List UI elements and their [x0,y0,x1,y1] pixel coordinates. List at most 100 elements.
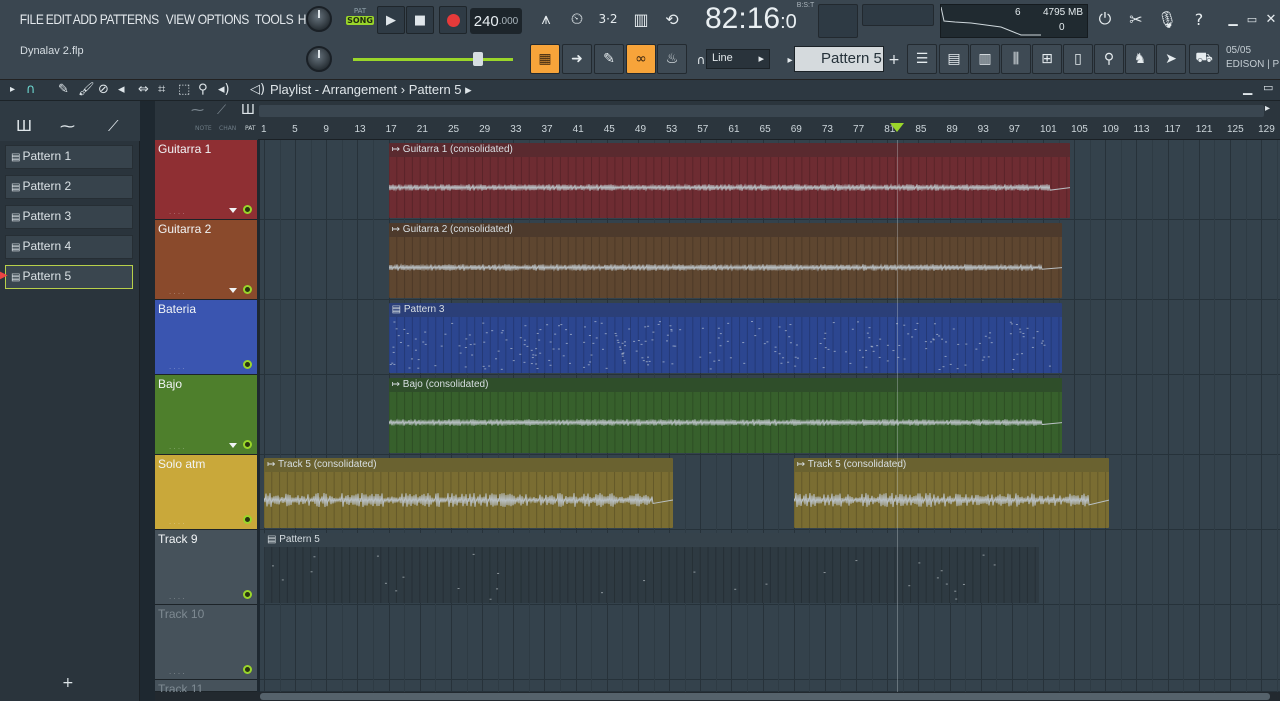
audio-clip[interactable]: ↦ Track 5 (consolidated) [793,458,1110,528]
track-mute-led[interactable] [243,285,252,294]
pattern-item[interactable]: ▤ Pattern 1 [5,145,133,169]
plugin-preview[interactable]: 05/05 EDISON | P [1226,44,1279,72]
track-mute-led[interactable] [243,440,252,449]
top-scrollbar[interactable] [259,105,1264,117]
slice-tool-icon[interactable]: ⌗ [158,82,165,97]
pattern-item[interactable]: ▤ Pattern 4 [5,235,133,259]
plugin-picker-icon[interactable]: ⚲ [1094,44,1124,74]
track-mute-led[interactable] [243,665,252,674]
menu-view[interactable]: VIEW [164,11,196,27]
track-header[interactable]: Bateria . . . . [155,300,257,375]
pattern-item[interactable]: ▤ Pattern 3 [5,205,133,229]
plus-icon[interactable]: + [880,46,908,74]
project-info-icon[interactable]: ♞ [1125,44,1155,74]
link-icon[interactable]: ∞ [626,44,656,74]
wait-input-icon[interactable]: ⏲ [563,5,591,33]
menu-edit[interactable]: EDIT [44,11,73,27]
scrollbar-thumb[interactable] [260,693,1270,700]
play-button[interactable]: ▶ [377,6,405,34]
mute-tool-icon[interactable]: ◂ [118,82,125,97]
channel-rack-icon[interactable]: ▥ [970,44,1000,74]
menu-file[interactable]: FILE [18,11,45,27]
track-header[interactable]: Track 10 . . . . [155,605,257,680]
zoom-tool-icon[interactable]: ⚲ [198,82,208,97]
mixer-icon[interactable]: ⫼ [1001,44,1031,74]
track-mute-led[interactable] [243,360,252,369]
grid-line [1245,140,1247,692]
stop-button[interactable]: ■ [406,6,434,34]
plugin-database-icon[interactable]: ▯ [1063,44,1093,74]
menu-add[interactable]: ADD [71,11,99,27]
menu-tools[interactable]: TOOLS [253,11,295,27]
arrow-right-icon[interactable]: ➜ [562,44,592,74]
track-mute-led[interactable] [243,515,252,524]
pattern-select[interactable]: Pattern 5 [794,46,884,72]
delete-tool-icon[interactable]: ⊘ [98,82,109,97]
browser-icon[interactable]: ⊞ [1032,44,1062,74]
track-header[interactable]: Solo atm . . . . [155,455,257,530]
playlist-menu-arrow-icon[interactable]: ▸ [10,84,15,95]
track-mute-led[interactable] [243,590,252,599]
countdown-icon[interactable]: 3·2 [594,5,622,33]
plus-icon[interactable]: + [62,675,74,691]
track-header[interactable]: Track 9 . . . . [155,530,257,605]
playlist-grid[interactable]: ↦ Guitarra 1 (consolidated) ↦ Guitarra 2 … [260,140,1280,692]
metronome-icon[interactable]: ⩚ [532,5,560,33]
minimize-icon[interactable]: ▁ [1243,81,1252,95]
pattern-clip[interactable]: ▤ Pattern 5 [264,533,1040,603]
microphone-icon[interactable]: 🎙 [1153,5,1181,33]
menu-patterns[interactable]: PATTERNS [98,11,160,27]
pat-song-toggle[interactable]: PAT SONG [346,7,374,35]
audio-clip[interactable]: ↦ Guitarra 2 (consolidated) [388,223,1063,298]
track-header[interactable]: Guitarra 2 . . . . [155,220,257,300]
close-icon[interactable]: ✕ [1257,5,1280,33]
playhead-marker[interactable] [889,123,904,132]
timeline-ruler[interactable]: 1 5 9 13 17 21 25 29 33 37 41 45 49 53 57 61 65 69 73 77 81 8… [258,122,1280,140]
audio-clips-icon[interactable]: ⁓ [60,117,75,135]
track-header[interactable]: Guitarra 1 . . . . [155,140,257,220]
main-volume-knob[interactable] [306,6,332,32]
pattern-item[interactable]: ▤ Pattern 5 ▶ [0,265,133,289]
ruler-tick-label: 121 [1195,124,1213,135]
slip-tool-icon[interactable]: ⇔ [138,82,149,97]
maximize-icon[interactable]: ▭ [1263,81,1273,94]
step-edit-icon[interactable]: ▥ [627,5,655,33]
step-edit-pen-icon[interactable]: ✎ [594,44,624,74]
track-menu-arrow-icon[interactable] [229,443,237,448]
audio-clip[interactable]: ↦ Bajo (consolidated) [388,378,1063,453]
draw-tool-icon[interactable]: ✎ [58,82,69,97]
track-header[interactable]: Track 11 [155,680,257,696]
playlist-window-icon[interactable]: ☰ [907,44,937,74]
online-icon[interactable]: ⏻ [1091,5,1119,33]
record-button[interactable] [439,6,467,34]
typing-keyboard-icon[interactable]: ▦ [530,44,560,74]
audio-clip[interactable]: ↦ Guitarra 1 (consolidated) [388,143,1071,218]
pattern-clips-icon[interactable]: Ш [16,117,32,135]
pattern-item[interactable]: ▤ Pattern 2 [5,175,133,199]
automation-clips-icon[interactable]: ⟋ [108,117,119,135]
piano-roll-icon[interactable]: ▤ [939,44,969,74]
snap-select[interactable]: Line ▸ [706,49,770,69]
main-pitch-knob[interactable] [306,46,332,72]
cut-tool-icon[interactable]: ✂ [1122,5,1150,33]
track-mute-led[interactable] [243,205,252,214]
track-menu-arrow-icon[interactable] [229,208,237,213]
recording-filter-icon[interactable]: ♨ [657,44,687,74]
select-tool-icon[interactable]: ⬚ [178,82,190,97]
help-icon[interactable]: ? [1185,5,1213,33]
track-header[interactable]: Bajo . . . . [155,375,257,455]
tempo-display[interactable]: 240.000 [470,8,522,34]
scroll-right-icon[interactable]: ▸ [1265,103,1270,114]
loop-record-icon[interactable]: ⟲ [658,5,686,33]
horizontal-scrollbar[interactable] [155,692,1280,701]
menu-options[interactable]: OPTIONS [196,11,251,27]
track-menu-arrow-icon[interactable] [229,288,237,293]
touch-keyboard-icon[interactable]: ➤ [1156,44,1186,74]
playback-tool-icon[interactable]: ◂) [218,82,230,97]
audio-clip[interactable]: ↦ Track 5 (consolidated) [264,458,673,528]
magnet-icon[interactable]: ∩ [26,82,36,97]
master-volume-slider[interactable] [353,52,513,66]
pattern-clip[interactable]: ▤ Pattern 3 [388,303,1063,373]
shop-icon[interactable]: ⛟ [1189,44,1219,74]
paint-tool-icon[interactable]: 🖌 [78,82,95,97]
